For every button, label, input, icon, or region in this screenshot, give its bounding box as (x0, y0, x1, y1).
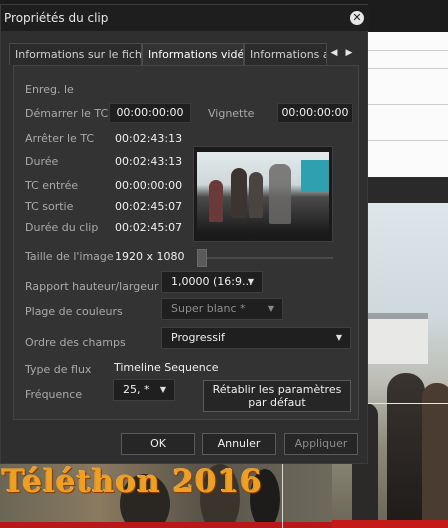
color-range-value: Super blanc * (171, 302, 246, 315)
clip-duration-label: Durée du clip (25, 221, 99, 234)
tab-video-info[interactable]: Informations vidéo (142, 43, 244, 65)
stream-type-label: Type de flux (25, 363, 92, 376)
frequency-label: Fréquence (25, 388, 83, 401)
start-tc-field[interactable]: 00:00:00:00 (109, 103, 191, 123)
background-list-panel (368, 32, 448, 177)
thumbnail-image (197, 152, 329, 234)
color-range-dropdown[interactable]: Super blanc * ▼ (161, 298, 283, 320)
thumbnail-preview (193, 146, 333, 242)
tc-out-label: TC sortie (25, 200, 74, 213)
tab-scroll-left-icon[interactable]: ◀ (328, 46, 340, 60)
aspect-ratio-dropdown[interactable]: 1,0000 (16:9... ▼ (161, 271, 263, 293)
close-icon[interactable]: ✕ (350, 11, 364, 25)
thumbnail-tc-field[interactable]: 00:00:00:00 (277, 103, 353, 123)
field-order-dropdown[interactable]: Progressif ▼ (161, 327, 351, 349)
cancel-button[interactable]: Annuler (202, 433, 276, 455)
stop-tc-label: Arrêter le TC (25, 132, 95, 145)
image-size-label: Taille de l'image (25, 250, 114, 263)
tab-scroll-right-icon[interactable]: ▶ (343, 46, 355, 60)
dialog-titlebar[interactable]: Propriétés du clip ✕ (1, 5, 369, 31)
stream-type-value: Timeline Sequence (114, 361, 219, 374)
clip-properties-dialog: Propriétés du clip ✕ Informations sur le… (0, 4, 369, 464)
ok-button[interactable]: OK (121, 433, 195, 455)
tc-in-label: TC entrée (25, 179, 79, 192)
apply-button[interactable]: Appliquer (284, 433, 358, 455)
tab-file-info[interactable]: Informations sur le fichier (9, 43, 142, 65)
aspect-ratio-label: Rapport hauteur/largeur (25, 280, 159, 293)
chevron-down-icon: ▼ (267, 304, 274, 313)
aspect-ratio-value: 1,0000 (16:9... (171, 275, 253, 288)
field-order-value: Progressif (171, 331, 225, 344)
tab-audio-info[interactable]: Informations audio (244, 43, 327, 65)
timeline-cursor-line (282, 464, 283, 528)
reset-defaults-button[interactable]: Rétablir les paramètres par défaut (203, 380, 351, 412)
duration-label: Durée (25, 155, 59, 168)
chevron-down-icon: ▼ (159, 385, 166, 394)
frequency-value: 25, * (123, 383, 150, 396)
thumbnail-slider-handle[interactable] (197, 249, 207, 267)
tab-bar: Informations sur le fichier Informations… (9, 43, 361, 65)
clip-duration-value: 00:02:45:07 (115, 221, 183, 234)
chevron-down-icon: ▼ (247, 277, 254, 286)
field-order-label: Ordre des champs (25, 336, 126, 349)
image-size-value: 1920 x 1080 (115, 250, 185, 263)
background-toolbar (368, 177, 448, 203)
chevron-down-icon: ▼ (335, 333, 342, 342)
rec-label: Enreg. le (25, 83, 74, 96)
tc-out-value: 00:02:45:07 (115, 200, 183, 213)
thumbnail-label: Vignette (208, 107, 255, 120)
color-range-label: Plage de couleurs (25, 305, 123, 318)
stop-tc-value: 00:02:43:13 (115, 132, 183, 145)
tc-in-value: 00:00:00:00 (115, 179, 183, 192)
dialog-title: Propriétés du clip (4, 11, 109, 25)
telethon-watermark: Téléthon 2016 (2, 464, 263, 500)
duration-value: 00:02:43:13 (115, 155, 183, 168)
thumbnail-slider-track[interactable] (197, 257, 333, 259)
start-tc-label: Démarrer le TC (25, 107, 109, 120)
frequency-dropdown[interactable]: 25, * ▼ (113, 379, 175, 401)
